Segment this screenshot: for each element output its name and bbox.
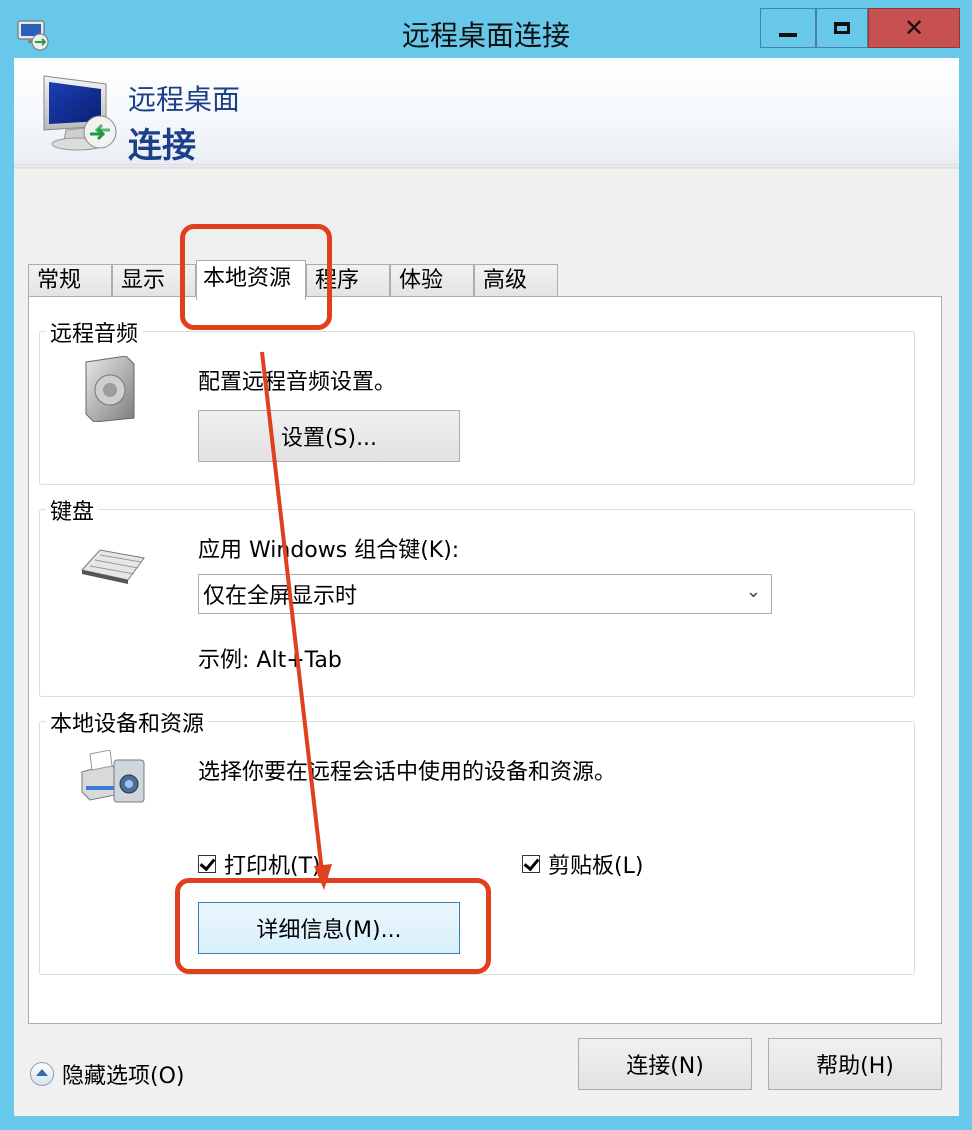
tab-local-resources[interactable]: 本地资源 (196, 260, 306, 300)
remote-desktop-window: 远程桌面连接 ✕ 远程桌面 连接 常规 显示 本地资源 程序 体验 高级 远程音… (0, 0, 972, 1130)
annotation-arrow (260, 351, 332, 890)
